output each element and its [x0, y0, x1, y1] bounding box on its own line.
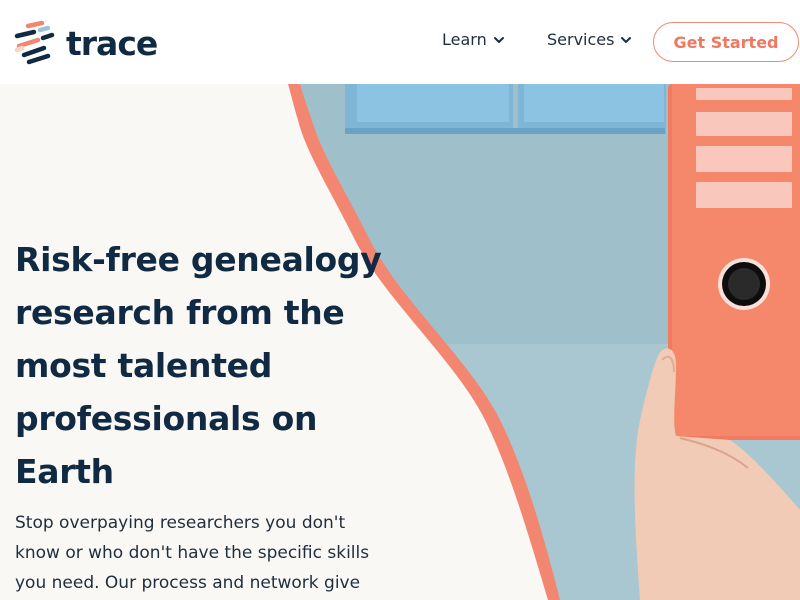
nav-learn-label: Learn	[442, 30, 487, 49]
logo-link[interactable]: trace	[14, 20, 158, 66]
logo-wordmark: trace	[66, 23, 158, 63]
site-header: trace Learn Services Get Started	[0, 0, 800, 84]
chevron-down-icon	[493, 36, 504, 43]
hero-headline: Risk-free genealogy research from the mo…	[15, 240, 382, 491]
hero-subtext: Stop overpaying researchers you don't kn…	[15, 513, 370, 593]
trace-stripes-logo-icon	[14, 20, 55, 65]
get-started-button[interactable]: Get Started	[653, 22, 799, 62]
nav-learn-dropdown[interactable]: Learn	[442, 30, 505, 49]
nav-services-dropdown[interactable]: Services	[547, 30, 632, 49]
nav-services-label: Services	[547, 30, 615, 49]
page: trace Learn Services Get Started Risk-fr…	[0, 0, 800, 600]
chevron-down-icon	[621, 36, 632, 43]
